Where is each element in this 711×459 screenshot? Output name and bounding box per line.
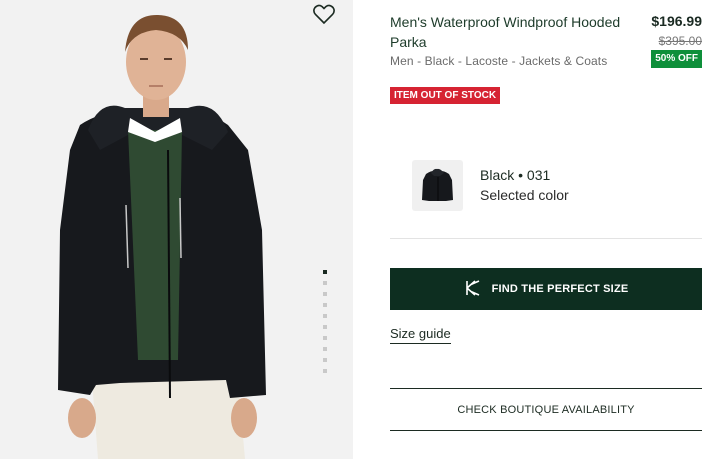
selected-color-label: Selected color	[480, 187, 569, 203]
out-of-stock-badge: ITEM OUT OF STOCK	[390, 87, 501, 104]
gallery-dot[interactable]	[323, 325, 327, 329]
color-swatch-thumbnail[interactable]	[412, 160, 463, 211]
divider	[390, 238, 702, 239]
wishlist-heart-icon[interactable]	[312, 3, 336, 25]
gallery-dot[interactable]	[323, 314, 327, 318]
check-boutique-availability-button[interactable]: CHECK BOUTIQUE AVAILABILITY	[390, 388, 702, 431]
discount-badge: 50% OFF	[651, 50, 702, 68]
sale-price: $196.99	[651, 13, 702, 29]
gallery-dot[interactable]	[323, 347, 327, 351]
gallery-dot[interactable]	[323, 281, 327, 285]
gallery-pagination	[322, 270, 328, 380]
original-price: $395.00	[658, 34, 702, 48]
gallery-dot[interactable]	[323, 358, 327, 362]
product-breadcrumb: Men - Black - Lacoste - Jackets & Coats	[390, 54, 608, 68]
size-guide-link[interactable]: Size guide	[390, 326, 451, 344]
product-image-panel	[0, 0, 353, 459]
gallery-dot[interactable]	[323, 303, 327, 307]
selected-color-name: Black • 031	[480, 167, 551, 183]
product-title: Men's Waterproof Windproof Hooded Parka	[390, 14, 621, 50]
size-tool-icon	[464, 279, 482, 300]
find-perfect-size-label: FIND THE PERFECT SIZE	[491, 283, 629, 295]
gallery-dot[interactable]	[323, 369, 327, 373]
gallery-dot[interactable]	[323, 336, 327, 340]
find-perfect-size-button[interactable]: FIND THE PERFECT SIZE	[390, 268, 702, 310]
gallery-dot-active[interactable]	[323, 270, 327, 274]
product-photo[interactable]	[0, 0, 353, 459]
product-info-panel: Men's Waterproof Windproof Hooded Parka …	[390, 0, 702, 459]
gallery-dot[interactable]	[323, 292, 327, 296]
